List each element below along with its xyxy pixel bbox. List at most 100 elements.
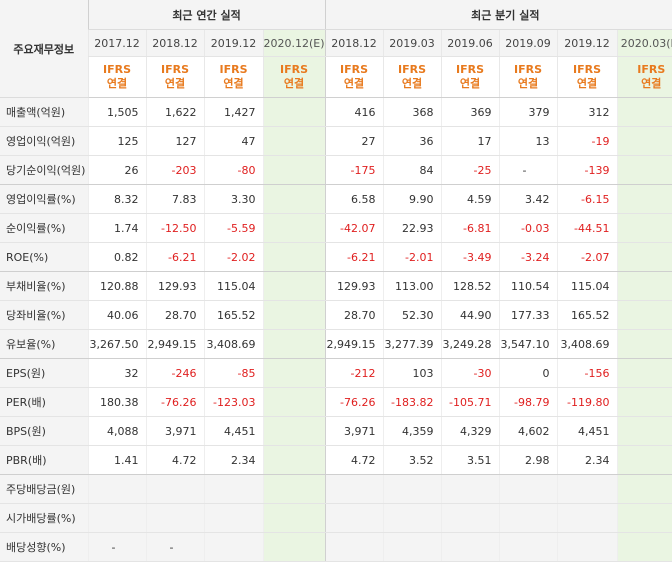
table-cell: 4,359 (382, 416, 442, 446)
table-cell: 4.72 (145, 445, 204, 475)
table-cell (145, 474, 204, 504)
table-cell (616, 329, 672, 359)
table-cell: 32 (87, 358, 146, 388)
table-row: 배당성향(%) - - (0, 532, 672, 562)
table-cell (87, 474, 146, 504)
table-cell: 2.34 (556, 445, 618, 475)
table-cell (262, 387, 326, 417)
period-header: 2019.09 (498, 29, 558, 57)
row-label: EPS(원) (0, 358, 88, 388)
row-label: 순이익률(%) (0, 213, 88, 243)
table-row: 순이익률(%) 1.74 -12.50 -5.59 -42.07 22.93 -6.81 -0… (0, 213, 672, 243)
accounting-standard-link[interactable]: IFRS 연결 (87, 56, 146, 98)
table-row: BPS(원) 4,088 3,971 4,451 3,971 4,359 4,329 4,60… (0, 416, 672, 446)
table-cell: -44.51 (556, 213, 618, 243)
row-label: 유보율(%) (0, 329, 88, 359)
table-cell: -80 (203, 155, 263, 185)
table-cell (616, 300, 672, 330)
table-cell: 47 (203, 126, 263, 156)
accounting-standard-link[interactable]: IFRS 연결 (203, 56, 263, 98)
table-row: 부채비율(%) 120.88 129.93 115.04 129.93 113.00 128… (0, 271, 672, 301)
table-cell: 3.52 (382, 445, 442, 475)
table-row: 영업이익(억원) 125 127 47 27 36 17 13 -19 (0, 126, 672, 156)
table-cell: -19 (556, 126, 618, 156)
table-cell (262, 213, 326, 243)
table-cell: 165.52 (556, 300, 618, 330)
table-cell (262, 184, 326, 214)
table-cell: 3,249.28 (440, 329, 500, 359)
table-cell: 8.32 (87, 184, 146, 214)
table-cell (262, 445, 326, 475)
table-cell: 52.30 (382, 300, 442, 330)
table-cell: 113.00 (382, 271, 442, 301)
table-cell: 1,505 (87, 97, 146, 127)
period-header: 2019.06 (440, 29, 500, 57)
table-cell (262, 358, 326, 388)
table-cell (324, 532, 384, 562)
table-cell: 0.82 (87, 242, 146, 272)
table-cell: 6.58 (324, 184, 384, 214)
accounting-standard-link[interactable]: IFRS 연결 (440, 56, 500, 98)
table-cell (556, 532, 618, 562)
table-cell: - (145, 532, 204, 562)
table-cell: 22.93 (382, 213, 442, 243)
period-header: 2019.12 (556, 29, 618, 57)
accounting-standard-link[interactable]: IFRS 연결 (262, 56, 326, 98)
quarterly-results-title: 최근 분기 실적 (325, 0, 672, 30)
table-cell (203, 532, 263, 562)
table-cell (87, 503, 146, 533)
table-cell: 26 (87, 155, 146, 185)
table-cell: 28.70 (145, 300, 204, 330)
table-cell (440, 503, 500, 533)
accounting-standard-link[interactable]: IFRS 연결 (382, 56, 442, 98)
table-row: 영업이익률(%) 8.32 7.83 3.30 6.58 9.90 4.59 3.42 -6.1… (0, 184, 672, 214)
row-label: PER(배) (0, 387, 88, 417)
table-cell (616, 532, 672, 562)
table-cell: 28.70 (324, 300, 384, 330)
period-header: 2020.03(E) (616, 29, 672, 57)
table-cell (262, 271, 326, 301)
table-cell: 3,277.39 (382, 329, 442, 359)
table-cell: - (87, 532, 146, 562)
table-cell: 3,267.50 (87, 329, 146, 359)
table-cell: 2,949.15 (324, 329, 384, 359)
accounting-standard-link[interactable]: IFRS 연결 (616, 56, 672, 98)
table-cell (440, 474, 500, 504)
corner-label: 주요재무정보 (0, 0, 88, 98)
table-cell: 3,971 (324, 416, 384, 446)
table-cell: 4,451 (556, 416, 618, 446)
table-cell: 4,088 (87, 416, 146, 446)
table-cell (616, 503, 672, 533)
row-label: 매출액(억원) (0, 97, 88, 127)
financial-summary-table: 주요재무정보 최근 연간 실적 최근 분기 실적 2017.12 2018.12 2… (0, 0, 672, 562)
table-cell: -12.50 (145, 213, 204, 243)
table-cell: -156 (556, 358, 618, 388)
accounting-standard-link[interactable]: IFRS 연결 (498, 56, 558, 98)
accounting-standard-link[interactable]: IFRS 연결 (145, 56, 204, 98)
accounting-standard-link[interactable]: IFRS 연결 (324, 56, 384, 98)
table-cell: -6.81 (440, 213, 500, 243)
table-cell: 3,547.10 (498, 329, 558, 359)
table-cell (616, 242, 672, 272)
table-cell: 9.90 (382, 184, 442, 214)
table-cell: 44.90 (440, 300, 500, 330)
table-cell: 17 (440, 126, 500, 156)
row-label: 부채비율(%) (0, 271, 88, 301)
table-cell: 369 (440, 97, 500, 127)
accounting-standard-link[interactable]: IFRS 연결 (556, 56, 618, 98)
period-header: 2018.12 (145, 29, 204, 57)
row-label: 당좌비율(%) (0, 300, 88, 330)
table-cell: -212 (324, 358, 384, 388)
table-cell: 84 (382, 155, 442, 185)
table-cell: -3.49 (440, 242, 500, 272)
table-cell: 368 (382, 97, 442, 127)
table-cell: 416 (324, 97, 384, 127)
row-label: PBR(배) (0, 445, 88, 475)
table-row: EPS(원) 32 -246 -85 -212 103 -30 0 -156 (0, 358, 672, 388)
period-header: 2017.12 (87, 29, 146, 57)
table-cell: 27 (324, 126, 384, 156)
table-cell: 312 (556, 97, 618, 127)
table-cell: -2.07 (556, 242, 618, 272)
table-row: PBR(배) 1.41 4.72 2.34 4.72 3.52 3.51 2.98 2.34 (0, 445, 672, 475)
table-cell: -203 (145, 155, 204, 185)
